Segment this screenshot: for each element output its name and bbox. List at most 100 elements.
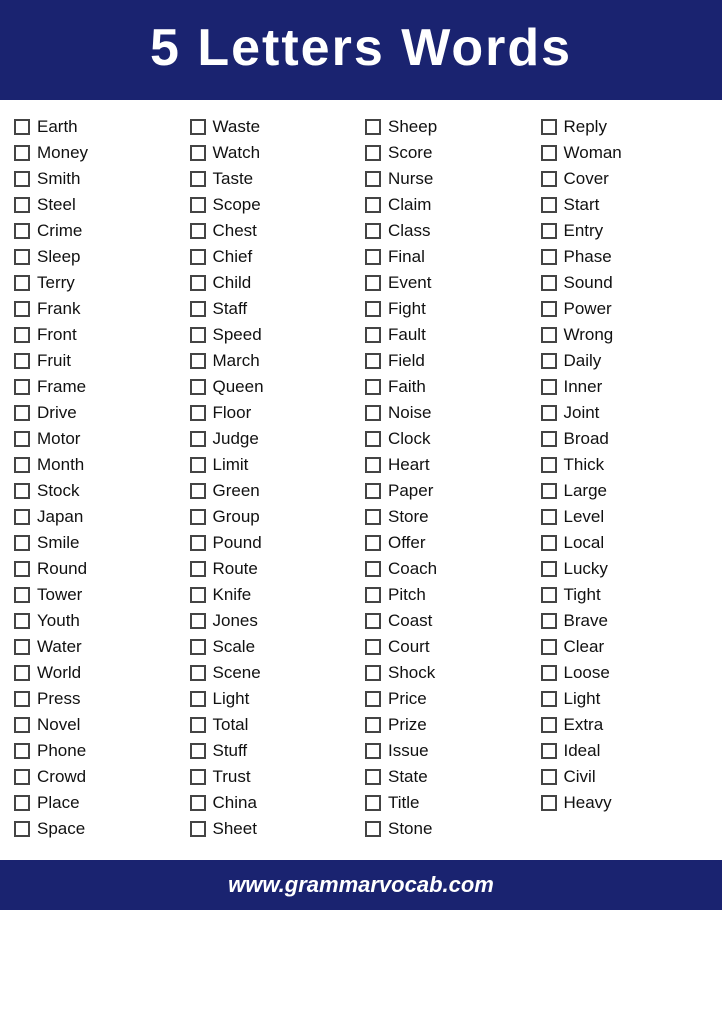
list-item[interactable]: Taste bbox=[186, 166, 362, 192]
checkbox-icon[interactable] bbox=[190, 743, 206, 759]
list-item[interactable]: Entry bbox=[537, 218, 713, 244]
list-item[interactable]: Level bbox=[537, 504, 713, 530]
checkbox-icon[interactable] bbox=[365, 405, 381, 421]
list-item[interactable]: Front bbox=[10, 322, 186, 348]
checkbox-icon[interactable] bbox=[190, 613, 206, 629]
checkbox-icon[interactable] bbox=[190, 509, 206, 525]
list-item[interactable]: Tight bbox=[537, 582, 713, 608]
list-item[interactable]: Thick bbox=[537, 452, 713, 478]
checkbox-icon[interactable] bbox=[190, 171, 206, 187]
list-item[interactable]: Class bbox=[361, 218, 537, 244]
checkbox-icon[interactable] bbox=[365, 457, 381, 473]
checkbox-icon[interactable] bbox=[14, 405, 30, 421]
list-item[interactable]: Watch bbox=[186, 140, 362, 166]
checkbox-icon[interactable] bbox=[541, 613, 557, 629]
list-item[interactable]: Clock bbox=[361, 426, 537, 452]
list-item[interactable]: Event bbox=[361, 270, 537, 296]
list-item[interactable]: Heavy bbox=[537, 790, 713, 816]
list-item[interactable]: Queen bbox=[186, 374, 362, 400]
list-item[interactable]: Scope bbox=[186, 192, 362, 218]
list-item[interactable]: March bbox=[186, 348, 362, 374]
list-item[interactable]: Crowd bbox=[10, 764, 186, 790]
list-item[interactable]: Paper bbox=[361, 478, 537, 504]
checkbox-icon[interactable] bbox=[541, 639, 557, 655]
checkbox-icon[interactable] bbox=[365, 795, 381, 811]
checkbox-icon[interactable] bbox=[190, 301, 206, 317]
checkbox-icon[interactable] bbox=[365, 691, 381, 707]
checkbox-icon[interactable] bbox=[14, 197, 30, 213]
checkbox-icon[interactable] bbox=[541, 561, 557, 577]
list-item[interactable]: Child bbox=[186, 270, 362, 296]
checkbox-icon[interactable] bbox=[190, 119, 206, 135]
list-item[interactable]: Youth bbox=[10, 608, 186, 634]
checkbox-icon[interactable] bbox=[541, 717, 557, 733]
checkbox-icon[interactable] bbox=[541, 743, 557, 759]
list-item[interactable]: Pitch bbox=[361, 582, 537, 608]
checkbox-icon[interactable] bbox=[190, 249, 206, 265]
list-item[interactable]: Limit bbox=[186, 452, 362, 478]
list-item[interactable]: Floor bbox=[186, 400, 362, 426]
list-item[interactable]: Brave bbox=[537, 608, 713, 634]
checkbox-icon[interactable] bbox=[14, 613, 30, 629]
checkbox-icon[interactable] bbox=[14, 431, 30, 447]
list-item[interactable]: Score bbox=[361, 140, 537, 166]
checkbox-icon[interactable] bbox=[190, 587, 206, 603]
list-item[interactable]: Ideal bbox=[537, 738, 713, 764]
checkbox-icon[interactable] bbox=[14, 327, 30, 343]
checkbox-icon[interactable] bbox=[14, 145, 30, 161]
list-item[interactable]: Joint bbox=[537, 400, 713, 426]
checkbox-icon[interactable] bbox=[541, 171, 557, 187]
checkbox-icon[interactable] bbox=[541, 275, 557, 291]
list-item[interactable]: Month bbox=[10, 452, 186, 478]
checkbox-icon[interactable] bbox=[14, 353, 30, 369]
checkbox-icon[interactable] bbox=[541, 665, 557, 681]
checkbox-icon[interactable] bbox=[190, 353, 206, 369]
checkbox-icon[interactable] bbox=[541, 457, 557, 473]
checkbox-icon[interactable] bbox=[365, 145, 381, 161]
list-item[interactable]: Press bbox=[10, 686, 186, 712]
checkbox-icon[interactable] bbox=[14, 483, 30, 499]
checkbox-icon[interactable] bbox=[365, 613, 381, 629]
list-item[interactable]: Field bbox=[361, 348, 537, 374]
list-item[interactable]: Power bbox=[537, 296, 713, 322]
list-item[interactable]: Place bbox=[10, 790, 186, 816]
list-item[interactable]: Daily bbox=[537, 348, 713, 374]
list-item[interactable]: Speed bbox=[186, 322, 362, 348]
list-item[interactable]: Steel bbox=[10, 192, 186, 218]
checkbox-icon[interactable] bbox=[541, 145, 557, 161]
list-item[interactable]: Reply bbox=[537, 114, 713, 140]
checkbox-icon[interactable] bbox=[365, 171, 381, 187]
checkbox-icon[interactable] bbox=[541, 379, 557, 395]
list-item[interactable]: Issue bbox=[361, 738, 537, 764]
checkbox-icon[interactable] bbox=[14, 639, 30, 655]
checkbox-icon[interactable] bbox=[541, 353, 557, 369]
list-item[interactable]: Scale bbox=[186, 634, 362, 660]
list-item[interactable]: China bbox=[186, 790, 362, 816]
checkbox-icon[interactable] bbox=[541, 223, 557, 239]
checkbox-icon[interactable] bbox=[365, 743, 381, 759]
checkbox-icon[interactable] bbox=[541, 587, 557, 603]
list-item[interactable]: Green bbox=[186, 478, 362, 504]
checkbox-icon[interactable] bbox=[541, 249, 557, 265]
list-item[interactable]: Coach bbox=[361, 556, 537, 582]
list-item[interactable]: Sheep bbox=[361, 114, 537, 140]
checkbox-icon[interactable] bbox=[365, 249, 381, 265]
list-item[interactable]: Chest bbox=[186, 218, 362, 244]
list-item[interactable]: Loose bbox=[537, 660, 713, 686]
list-item[interactable]: Sound bbox=[537, 270, 713, 296]
checkbox-icon[interactable] bbox=[365, 301, 381, 317]
list-item[interactable]: Stone bbox=[361, 816, 537, 842]
checkbox-icon[interactable] bbox=[365, 535, 381, 551]
checkbox-icon[interactable] bbox=[190, 379, 206, 395]
list-item[interactable]: Frank bbox=[10, 296, 186, 322]
list-item[interactable]: Coast bbox=[361, 608, 537, 634]
list-item[interactable]: Phase bbox=[537, 244, 713, 270]
list-item[interactable]: Knife bbox=[186, 582, 362, 608]
list-item[interactable]: Wrong bbox=[537, 322, 713, 348]
checkbox-icon[interactable] bbox=[14, 119, 30, 135]
list-item[interactable]: Smith bbox=[10, 166, 186, 192]
list-item[interactable]: Drive bbox=[10, 400, 186, 426]
list-item[interactable]: Sheet bbox=[186, 816, 362, 842]
list-item[interactable]: Fault bbox=[361, 322, 537, 348]
checkbox-icon[interactable] bbox=[190, 223, 206, 239]
